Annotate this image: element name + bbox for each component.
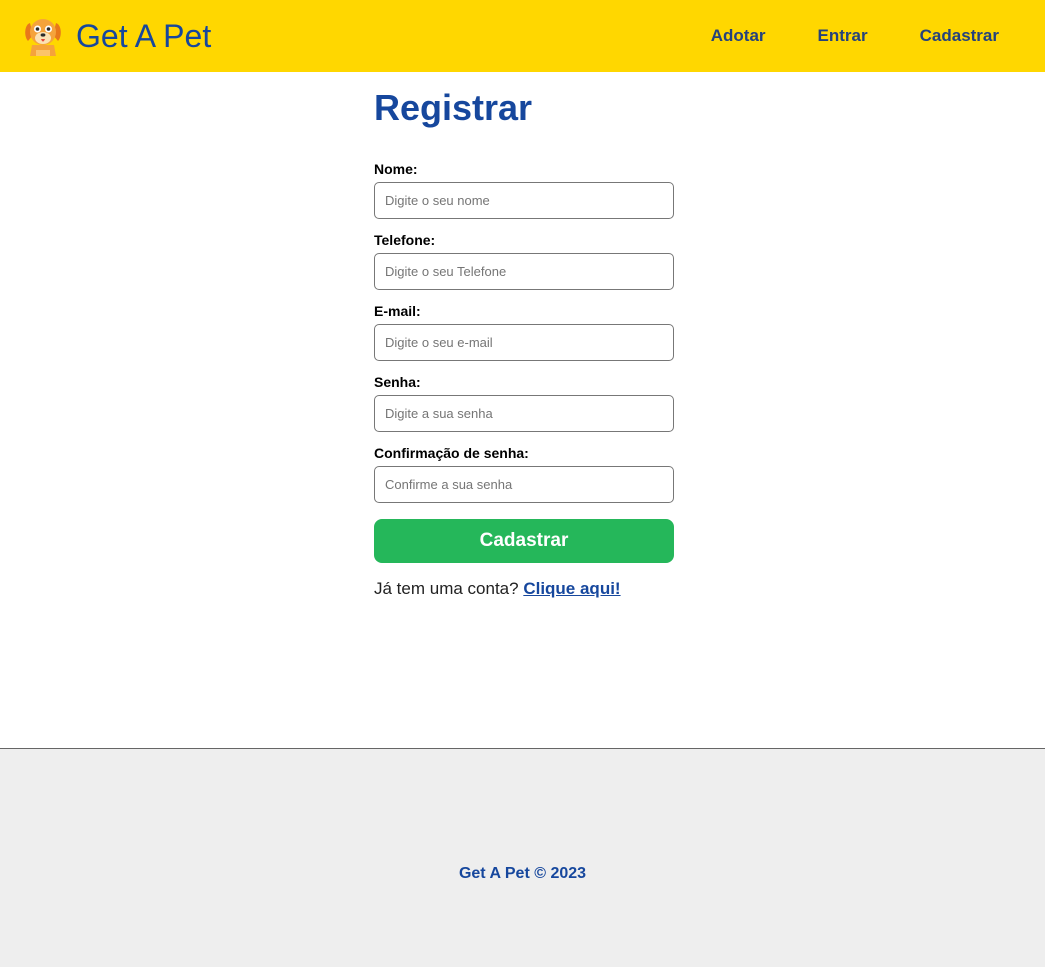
- phone-input[interactable]: [374, 253, 674, 290]
- brand-name: Get A Pet: [76, 18, 212, 54]
- nav-link-adotar[interactable]: Adotar: [685, 0, 792, 72]
- navbar: Get A Pet Adotar Entrar Cadastrar: [0, 0, 1045, 72]
- brand[interactable]: Get A Pet: [24, 14, 211, 58]
- field-phone: Telefone:: [374, 232, 674, 290]
- login-link[interactable]: Clique aqui!: [523, 579, 620, 598]
- name-label: Nome:: [374, 161, 418, 177]
- field-confirm-password: Confirmação de senha:: [374, 445, 674, 503]
- register-button[interactable]: Cadastrar: [374, 519, 674, 563]
- page-title: Registrar: [374, 87, 533, 128]
- confirm-password-label: Confirmação de senha:: [374, 445, 529, 461]
- email-input[interactable]: [374, 324, 674, 361]
- footer-copyright: Get A Pet © 2023: [458, 865, 587, 882]
- register-section: Registrar Nome: Telefone: E-mail: Senha:…: [374, 72, 674, 600]
- confirm-password-input[interactable]: [374, 466, 674, 503]
- field-name: Nome:: [374, 161, 674, 219]
- password-input[interactable]: [374, 395, 674, 432]
- nav-link-cadastrar[interactable]: Cadastrar: [894, 0, 1045, 72]
- nav-links: Adotar Entrar Cadastrar: [685, 0, 1045, 72]
- password-label: Senha:: [374, 374, 421, 390]
- field-email: E-mail:: [374, 303, 674, 361]
- nav-link-entrar[interactable]: Entrar: [792, 0, 894, 72]
- login-prompt-text: Já tem uma conta?: [374, 579, 519, 598]
- dog-icon: [25, 19, 61, 56]
- phone-label: Telefone:: [374, 232, 436, 248]
- name-input[interactable]: [374, 182, 674, 219]
- footer: Get A Pet © 2023: [0, 748, 1045, 967]
- field-password: Senha:: [374, 374, 674, 432]
- login-prompt: Já tem uma conta? Clique aqui!: [374, 578, 674, 600]
- email-label: E-mail:: [374, 303, 421, 319]
- register-form: Nome: Telefone: E-mail: Senha: Confirmaç…: [374, 161, 674, 563]
